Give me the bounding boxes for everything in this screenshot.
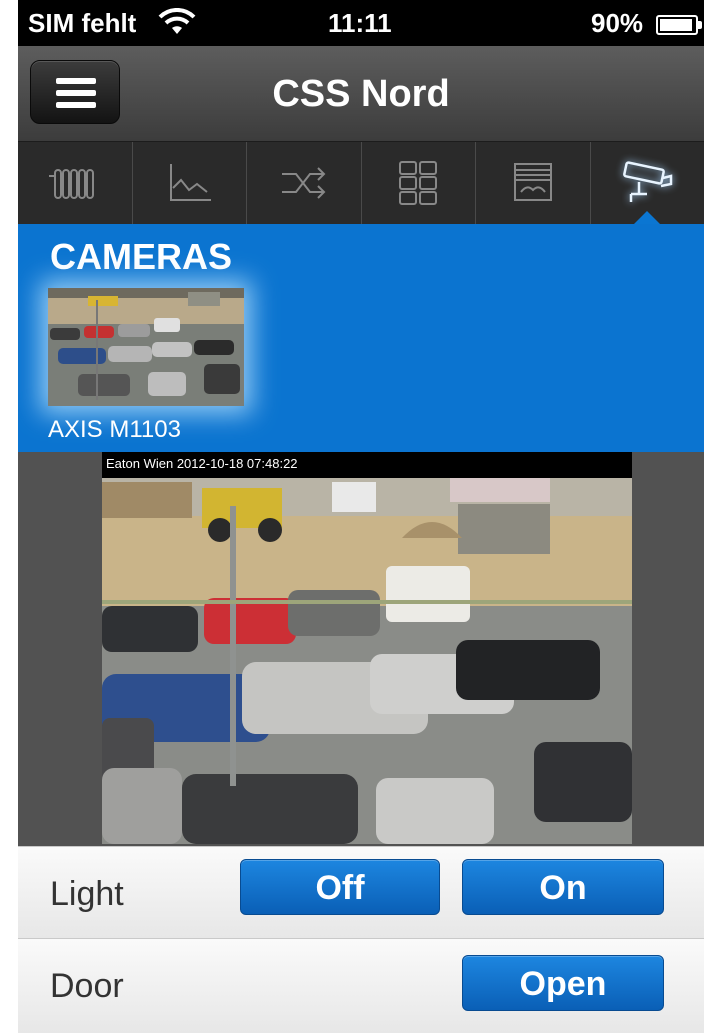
light-label: Light bbox=[50, 875, 124, 913]
feed-timestamp: Eaton Wien 2012-10-18 07:48:22 bbox=[106, 456, 298, 471]
camera-thumbnail[interactable] bbox=[48, 288, 244, 406]
door-control-row: Door Open bbox=[18, 938, 704, 1033]
parking-lot-image bbox=[102, 478, 632, 844]
menu-button[interactable] bbox=[30, 60, 120, 124]
chart-icon bbox=[170, 164, 212, 201]
tab-blinds[interactable] bbox=[476, 142, 591, 224]
door-open-button[interactable]: Open bbox=[462, 955, 664, 1011]
app-screen: SIM fehlt 11:11 90% CSS Nord CAMERAS AXI… bbox=[18, 0, 704, 1033]
battery-icon bbox=[656, 15, 702, 35]
page-title: CSS Nord bbox=[272, 73, 450, 115]
tab-heating[interactable] bbox=[18, 142, 133, 224]
camera-name[interactable]: AXIS M1103 bbox=[48, 416, 181, 444]
tab-rooms[interactable] bbox=[362, 142, 476, 224]
navigation-bar: CSS Nord bbox=[18, 46, 704, 142]
shuffle-icon bbox=[281, 167, 326, 199]
category-tab-bar bbox=[18, 142, 704, 225]
grid-icon bbox=[399, 161, 438, 205]
light-control-row: Light Off On bbox=[18, 846, 704, 938]
tab-charts[interactable] bbox=[133, 142, 247, 224]
camera-feed: Eaton Wien 2012-10-18 07:48:22 bbox=[102, 452, 632, 844]
status-bar: SIM fehlt 11:11 90% bbox=[18, 0, 704, 46]
blind-icon bbox=[513, 163, 552, 201]
light-off-button[interactable]: Off bbox=[240, 859, 440, 915]
tab-cameras[interactable] bbox=[591, 142, 704, 225]
wifi-icon bbox=[158, 7, 196, 43]
tab-scenes[interactable] bbox=[247, 142, 362, 224]
security-camera-icon bbox=[623, 161, 673, 202]
radiator-icon bbox=[48, 169, 94, 199]
door-label: Door bbox=[50, 967, 124, 1005]
battery-percent: 90% bbox=[591, 8, 644, 38]
carrier-label: SIM fehlt bbox=[28, 8, 137, 38]
clock: 11:11 bbox=[328, 8, 392, 38]
cameras-heading: CAMERAS bbox=[50, 236, 233, 277]
cameras-panel: CAMERAS AXIS M1103 bbox=[18, 224, 704, 452]
active-tab-indicator bbox=[633, 211, 662, 225]
light-on-button[interactable]: On bbox=[462, 859, 664, 915]
